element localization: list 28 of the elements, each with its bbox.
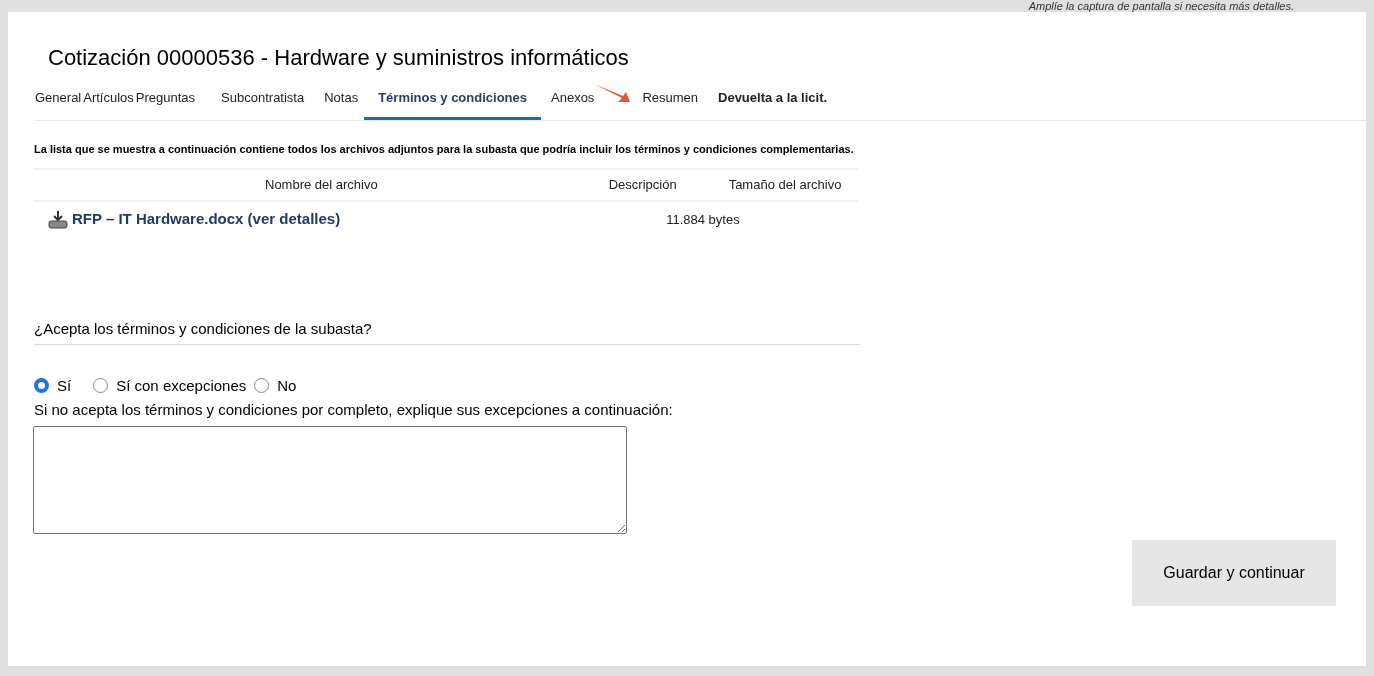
radio-button[interactable]	[34, 378, 49, 394]
exceptions-label: Si no acepta los términos y condiciones por completo, explique sus excepciones a continuación:	[34, 400, 674, 420]
exceptions-input-field[interactable]	[33, 425, 627, 534]
radio-option[interactable]: Sí con excepciones	[93, 374, 247, 397]
file-size: 11.884 bytes	[666, 210, 740, 229]
radio-button[interactable]	[254, 378, 270, 394]
tab[interactable]: General	[35, 86, 82, 120]
page-title: Cotización 00000536 - Hardware y suministros informáticos	[48, 44, 629, 72]
radio-button[interactable]	[93, 378, 109, 394]
column-header: Descripción	[608, 175, 677, 194]
intro-text: La lista que se muestra a continuación contiene todos los archivos adjuntos para la subasta que podría incluir los términos y condiciones complementarias.	[34, 142, 855, 156]
tab[interactable]: Artículos	[83, 86, 134, 120]
zoom-hint-note: Amplíe la captura de pantalla si necesita más detalles.	[1028, 0, 1294, 12]
tab[interactable]: Anexos	[551, 86, 595, 120]
tab[interactable]: Resumen	[642, 86, 698, 120]
tab[interactable]: Subcontratista	[221, 86, 305, 120]
back-link[interactable]: Devuelta a la licit.	[718, 86, 828, 120]
question-text: ¿Acepta los términos y condiciones de la subasta?	[34, 319, 372, 337]
tab[interactable]: Notas	[324, 86, 359, 120]
column-header: Tamaño del archivo	[728, 175, 842, 194]
radio-option[interactable]: Sí	[34, 374, 72, 397]
file-link[interactable]: RFP – IT Hardware.docx (ver detalles)	[72, 208, 341, 231]
download-icon	[47, 209, 69, 230]
column-header: Nombre del archivo	[265, 175, 378, 194]
radio-option[interactable]: No	[254, 374, 297, 397]
tab[interactable]: Preguntas	[135, 86, 196, 120]
save-continue-button[interactable]: Guardar y continuar	[1132, 539, 1336, 606]
tab[interactable]: Términos y condiciones	[364, 86, 541, 120]
